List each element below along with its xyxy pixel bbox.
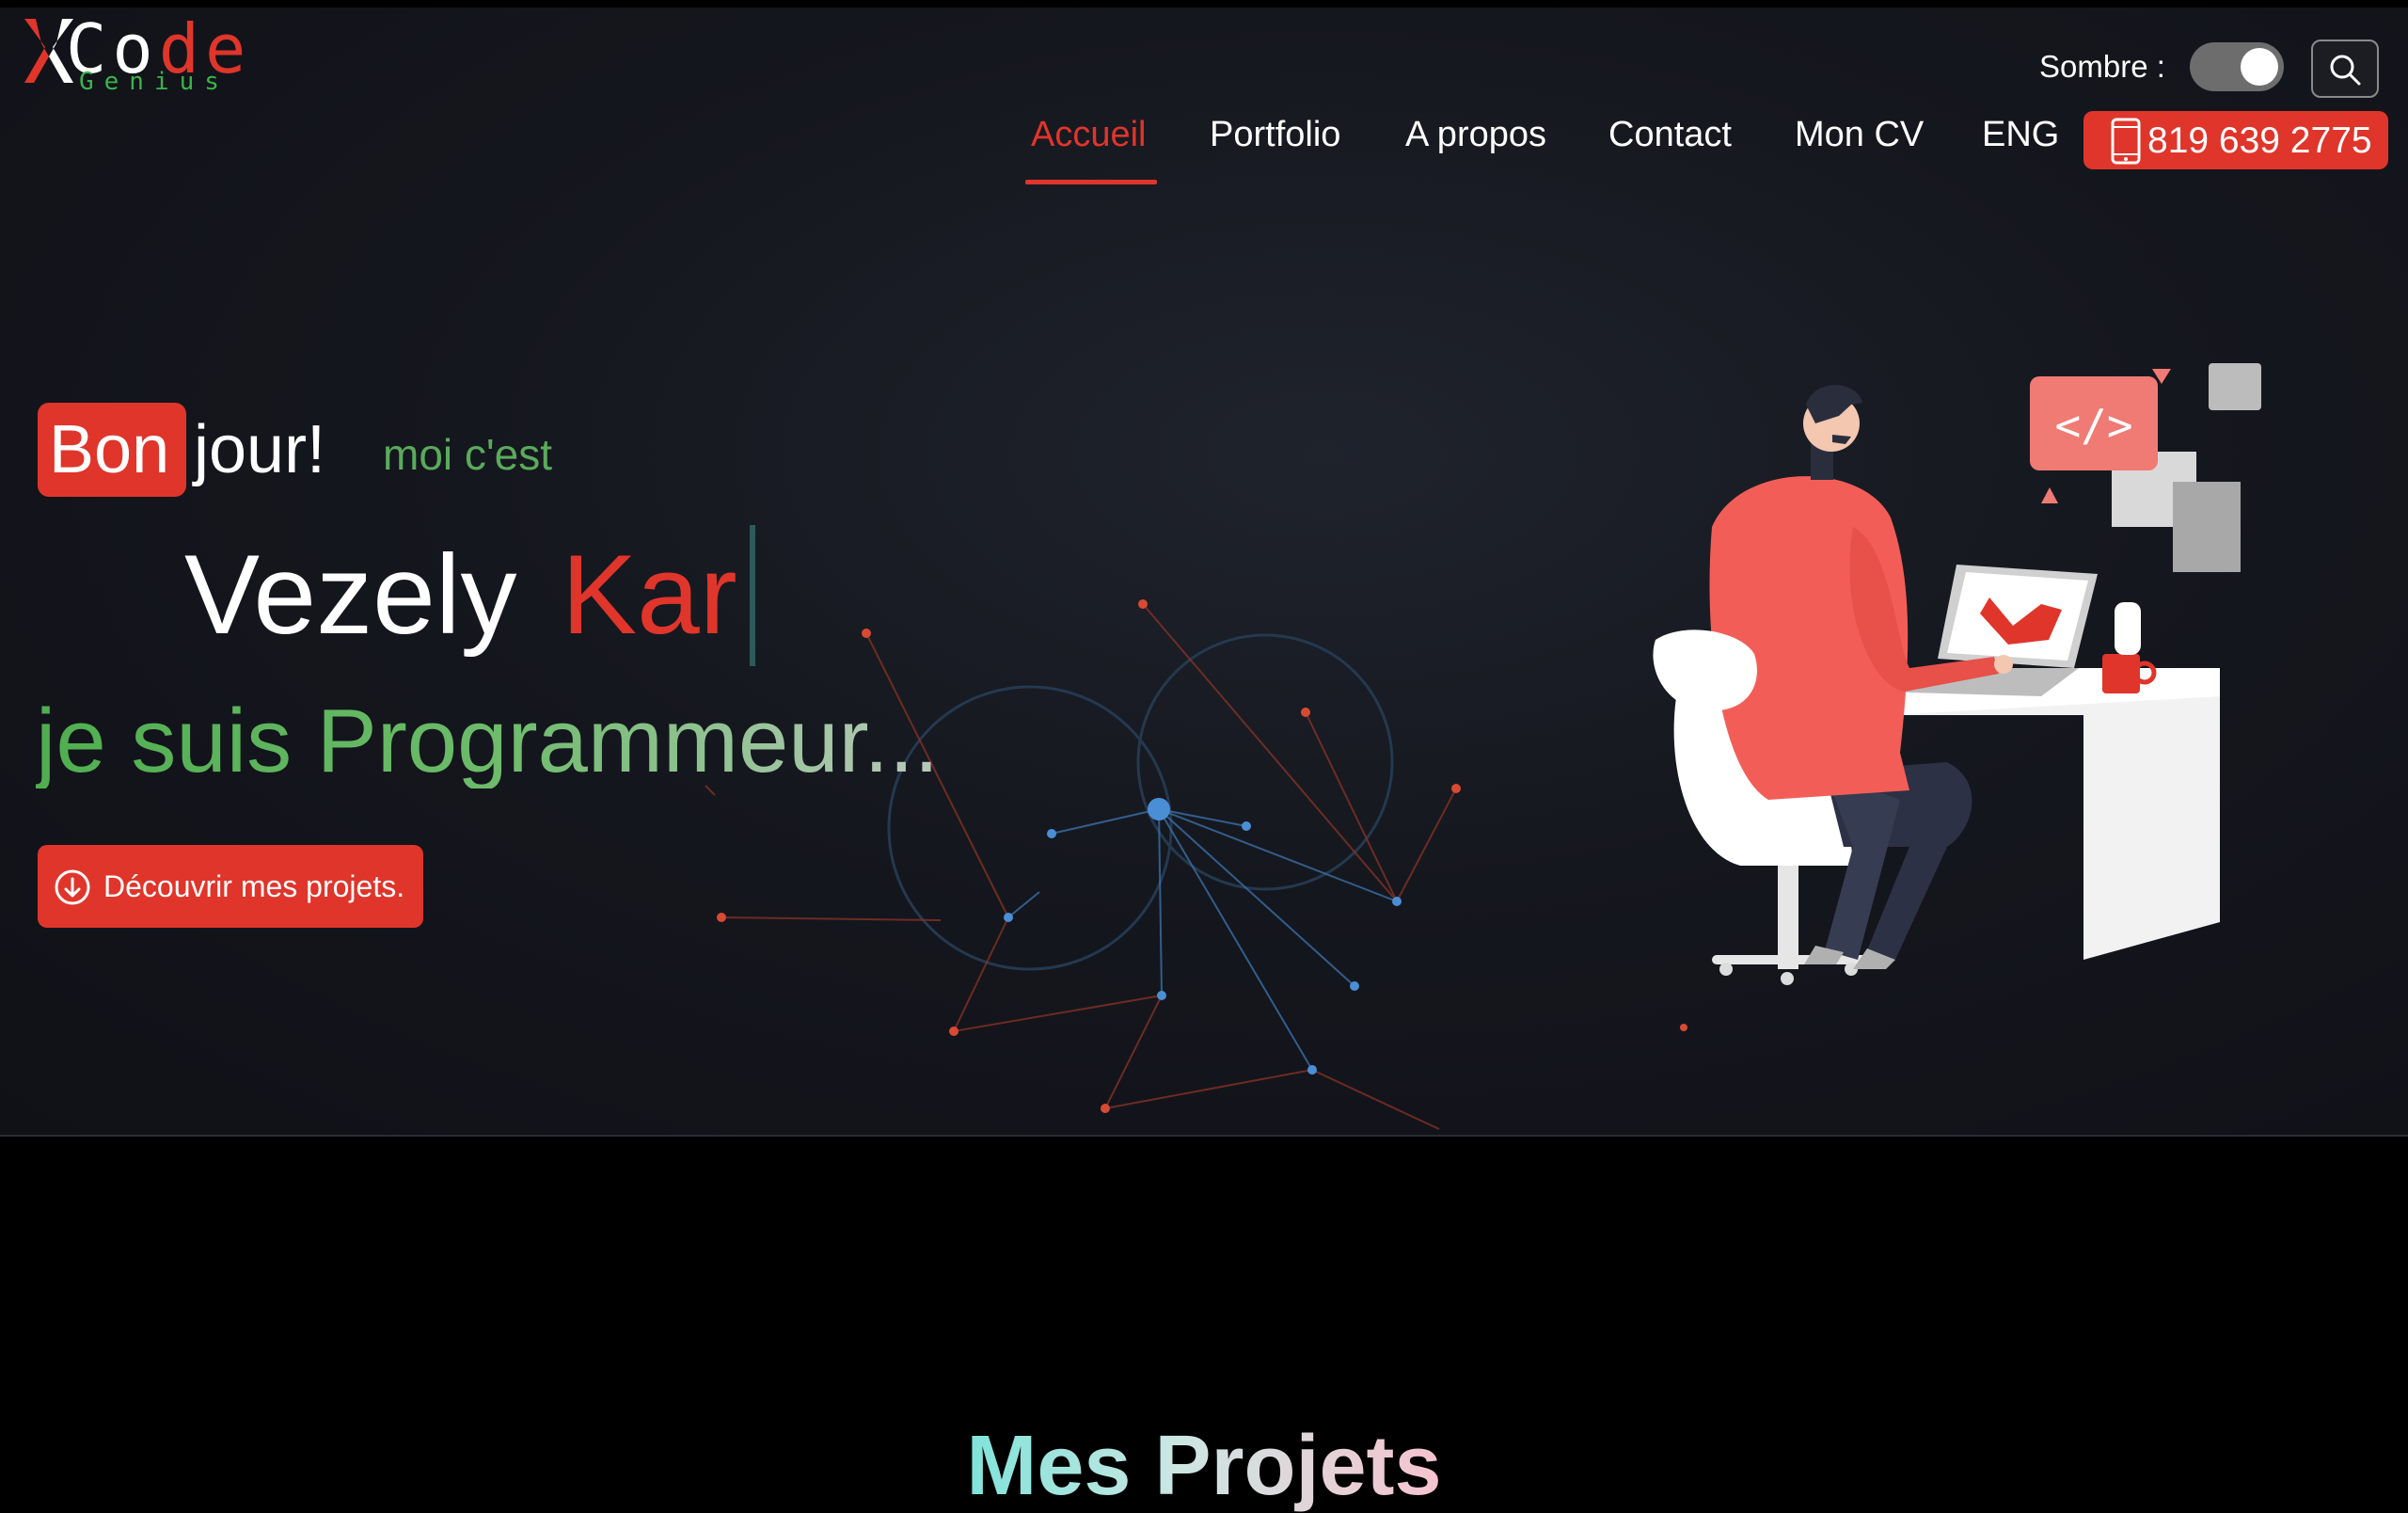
nav-accueil[interactable]: Accueil [1031, 115, 1147, 155]
nav-a-propos[interactable]: A propos [1405, 115, 1546, 155]
dark-mode-label: Sombre : [2039, 49, 2165, 84]
projects-section-title: Mes Projets [0, 1419, 2408, 1513]
nav-language[interactable]: ENG [1982, 115, 2059, 155]
nav-portfolio[interactable]: Portfolio [1210, 115, 1340, 155]
discover-projects-button[interactable]: Découvrir mes projets. [38, 845, 423, 928]
phone-icon [2111, 118, 2141, 165]
nav-mon-cv[interactable]: Mon CV [1795, 115, 1924, 155]
nav-contact[interactable]: Contact [1608, 115, 1732, 155]
developer-illustration: </> [1653, 363, 2261, 985]
typing-caret [750, 525, 755, 666]
site-logo[interactable]: Code Genius [21, 13, 246, 94]
greeting-rest: jour! [194, 412, 326, 487]
phone-button[interactable]: 819 639 2775 [2083, 111, 2388, 169]
hero-section: Code Genius Sombre : Accueil Portfolio A… [0, 0, 2408, 1137]
nav-active-indicator [1025, 180, 1157, 184]
search-button[interactable] [2311, 40, 2379, 98]
logo-subtitle: Genius [79, 68, 230, 96]
greeting-highlight: Bon [38, 403, 186, 497]
intro-text: moi c'est [383, 430, 553, 479]
projects-title-text: Mes Projets [966, 1419, 1442, 1513]
first-name: Vezely [184, 532, 517, 658]
search-icon [2330, 55, 2361, 86]
last-name-typing: Kar [562, 532, 737, 658]
toggle-knob [2241, 48, 2278, 86]
role-headline: je suis Programmeur... [36, 691, 940, 791]
svg-text:</>: </> [2054, 400, 2132, 451]
phone-number: 819 639 2775 [2147, 120, 2372, 161]
discover-projects-label: Découvrir mes projets. [103, 869, 405, 903]
dark-mode-toggle[interactable] [2190, 42, 2284, 91]
arrow-down-circle-icon [55, 869, 90, 905]
greeting-highlight-text: Bon [49, 412, 170, 487]
